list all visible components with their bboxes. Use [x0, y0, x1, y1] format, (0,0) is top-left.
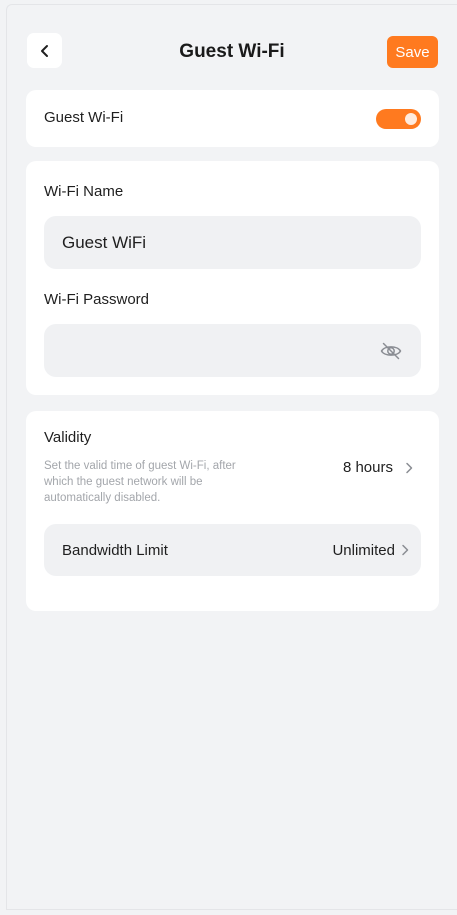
- validity-selector[interactable]: 8 hours: [343, 459, 413, 476]
- wifi-password-field-container: [44, 324, 421, 377]
- wifi-settings-card: Wi-Fi Name Wi-Fi Password: [26, 161, 439, 395]
- wifi-name-label: Wi-Fi Name: [44, 183, 124, 200]
- wifi-password-label: Wi-Fi Password: [44, 291, 150, 308]
- validity-title: Validity: [44, 429, 92, 446]
- guest-wifi-toggle[interactable]: [376, 109, 421, 129]
- wifi-name-input[interactable]: [62, 232, 403, 253]
- password-visibility-toggle[interactable]: [379, 339, 403, 363]
- guest-wifi-label: Guest Wi-Fi: [44, 109, 124, 126]
- validity-card: Validity Set the valid time of guest Wi-…: [26, 411, 439, 611]
- eye-off-icon: [380, 342, 402, 359]
- toggle-knob: [405, 113, 417, 125]
- validity-description: Set the valid time of guest Wi-Fi, after…: [44, 460, 236, 504]
- bandwidth-limit-label: Bandwidth Limit: [62, 541, 168, 559]
- bandwidth-limit-row[interactable]: Bandwidth Limit Unlimited: [44, 524, 421, 576]
- guest-wifi-card: Guest Wi-Fi: [26, 90, 439, 147]
- bandwidth-limit-value: Unlimited: [332, 541, 395, 559]
- save-button[interactable]: Save: [387, 36, 438, 68]
- chevron-right-icon: [405, 462, 413, 474]
- wifi-password-input[interactable]: [62, 340, 379, 361]
- chevron-right-icon: [401, 544, 409, 556]
- screen: Guest Wi-Fi Save Guest Wi-Fi Wi-Fi Name …: [6, 4, 457, 910]
- wifi-name-field-container: [44, 216, 421, 269]
- validity-value: 8 hours: [342, 459, 393, 476]
- header: Guest Wi-Fi Save: [7, 5, 457, 91]
